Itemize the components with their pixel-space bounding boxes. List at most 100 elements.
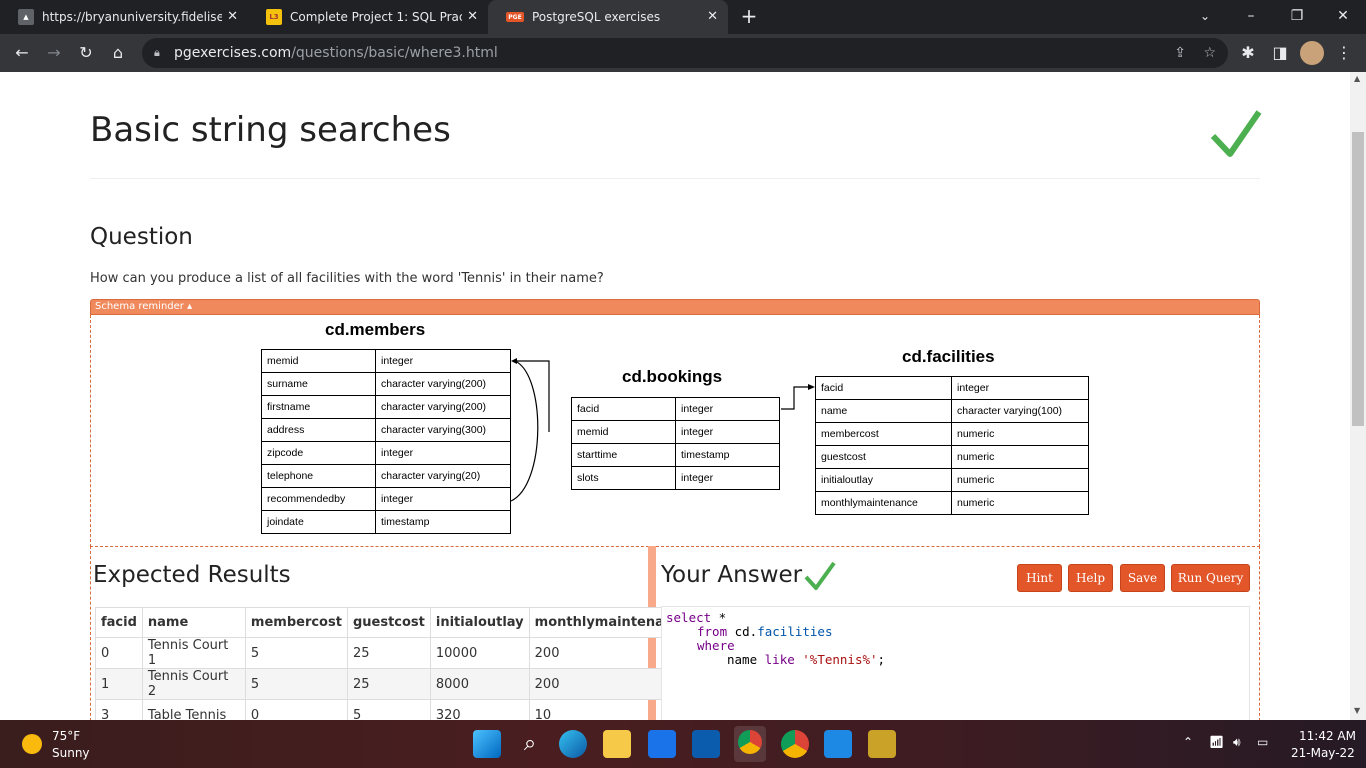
lock-icon: 🔒︎ bbox=[154, 46, 160, 59]
app-folder-icon[interactable] bbox=[868, 730, 896, 758]
tab-bryan-university[interactable]: ▲ https://bryanuniversity.fidelisedu ✕ bbox=[0, 0, 248, 34]
restore-icon[interactable]: ❐ bbox=[1274, 0, 1320, 34]
side-panel-icon[interactable]: ◨ bbox=[1268, 41, 1292, 65]
weather-sun-icon[interactable] bbox=[22, 734, 42, 754]
weather-temp[interactable]: 75°F bbox=[52, 729, 80, 743]
sql-string: '%Tennis%' bbox=[802, 652, 878, 667]
hint-button[interactable]: Hint bbox=[1017, 564, 1062, 592]
tab-sql-practice[interactable]: L3 Complete Project 1: SQL Practice ✕ bbox=[248, 0, 488, 34]
code-line: select * bbox=[666, 611, 1245, 625]
close-tab-icon[interactable]: ✕ bbox=[467, 9, 478, 24]
profile-avatar[interactable] bbox=[1300, 41, 1324, 65]
sql-token: name bbox=[727, 652, 765, 667]
sql-keyword: like bbox=[764, 652, 795, 667]
scroll-down-icon[interactable]: ▼ bbox=[1354, 706, 1360, 715]
windows-taskbar: 75°F Sunny ⌕ ⌃ 📶︎ 🔊︎ ▭ 11:42 AM 21-May-2… bbox=[0, 720, 1366, 768]
menu-kebab-icon[interactable]: ⋮ bbox=[1332, 41, 1356, 65]
table-row: 1 Tennis Court 2 5 25 8000 200 bbox=[95, 668, 696, 700]
sql-identifier: facilities bbox=[757, 624, 833, 639]
schema-reminder-toggle[interactable]: Schema reminder ▴ bbox=[90, 299, 1260, 315]
table-cell: Tennis Court 2 bbox=[141, 668, 246, 700]
reload-icon[interactable]: ↻ bbox=[74, 41, 98, 65]
tab-title: Complete Project 1: SQL Practice bbox=[290, 10, 462, 24]
mail-icon[interactable] bbox=[648, 730, 676, 758]
table-cell: 0 bbox=[95, 637, 143, 669]
bookmark-star-icon[interactable]: ☆ bbox=[1203, 38, 1216, 68]
back-icon[interactable]: ← bbox=[10, 41, 34, 65]
store-icon[interactable] bbox=[692, 730, 720, 758]
url-path: /questions/basic/where3.html bbox=[291, 45, 498, 61]
table-cell: 0 bbox=[244, 699, 348, 720]
code-line: where bbox=[666, 639, 1245, 653]
address-bar[interactable]: 🔒︎ pgexercises.com/questions/basic/where… bbox=[142, 38, 1228, 68]
clock-time[interactable]: 11:42 AM bbox=[1299, 729, 1356, 743]
help-button[interactable]: Help bbox=[1068, 564, 1113, 592]
close-tab-icon[interactable]: ✕ bbox=[707, 9, 718, 24]
table-cell: Table Tennis bbox=[141, 699, 246, 720]
forward-icon[interactable]: → bbox=[42, 41, 66, 65]
file-explorer-icon[interactable] bbox=[603, 730, 631, 758]
scrollbar-thumb[interactable] bbox=[1352, 132, 1364, 426]
search-icon[interactable]: ⌕ bbox=[516, 730, 544, 758]
table-cell: 3 bbox=[95, 699, 143, 720]
close-window-icon[interactable]: ✕ bbox=[1320, 0, 1366, 34]
wifi-icon[interactable]: 📶︎ bbox=[1209, 735, 1224, 749]
column-header: membercost bbox=[244, 607, 348, 638]
home-icon[interactable]: ⌂ bbox=[106, 41, 130, 65]
chrome-icon bbox=[738, 730, 762, 754]
table-row: 3 Table Tennis 0 5 320 10 bbox=[95, 699, 696, 720]
column-header: guestcost bbox=[346, 607, 431, 638]
table-cell: 10000 bbox=[429, 637, 530, 669]
table-cell: 1 bbox=[95, 668, 143, 700]
extensions-icon[interactable]: ✱ bbox=[1236, 41, 1260, 65]
start-windows-icon[interactable] bbox=[473, 730, 501, 758]
share-icon[interactable]: ⇪ bbox=[1174, 38, 1186, 68]
table-cell: 25 bbox=[346, 668, 431, 700]
url-host: pgexercises.com bbox=[174, 45, 292, 61]
code-line: from cd.facilities bbox=[666, 625, 1245, 639]
column-header: name bbox=[141, 607, 246, 638]
table-cell: 5 bbox=[346, 699, 431, 720]
column-header: initialoutlay bbox=[429, 607, 530, 638]
tab-title: PostgreSQL exercises bbox=[532, 10, 661, 24]
page-title: Basic string searches bbox=[90, 110, 451, 150]
pge-favicon-icon: PGE bbox=[506, 12, 524, 22]
table-cell: 25 bbox=[346, 637, 431, 669]
title-divider bbox=[90, 178, 1260, 179]
page-scrollbar[interactable]: ▲ ▼ bbox=[1350, 72, 1366, 720]
browser-tab-bar: ▲ https://bryanuniversity.fidelisedu ✕ L… bbox=[0, 0, 1366, 34]
sql-editor[interactable]: select * from cd.facilities where name l… bbox=[661, 606, 1250, 720]
table-row: 0 Tennis Court 1 5 25 10000 200 bbox=[95, 637, 696, 669]
sql-token: ; bbox=[877, 652, 886, 667]
close-tab-icon[interactable]: ✕ bbox=[227, 9, 238, 24]
edge-browser-icon[interactable] bbox=[559, 730, 587, 758]
chrome-icon[interactable] bbox=[781, 730, 809, 758]
completed-check-icon bbox=[1210, 110, 1262, 157]
question-text: How can you produce a list of all facili… bbox=[90, 271, 604, 286]
save-button[interactable]: Save bbox=[1120, 564, 1165, 592]
show-hidden-icons-icon[interactable]: ⌃ bbox=[1183, 735, 1193, 749]
code-line: name like '%Tennis%'; bbox=[666, 653, 1245, 667]
volume-icon[interactable]: 🔊︎ bbox=[1233, 735, 1241, 750]
tab-postgresql-exercises[interactable]: PGE PostgreSQL exercises ✕ bbox=[488, 0, 728, 34]
table-cell: 5 bbox=[244, 668, 348, 700]
relationship-arrows bbox=[510, 358, 815, 502]
new-tab-icon[interactable]: + bbox=[726, 0, 772, 34]
bryan-favicon-icon: ▲ bbox=[18, 9, 34, 25]
expected-results-table: facid name membercost guestcost initialo… bbox=[95, 607, 696, 720]
browser-toolbar: ← → ↻ ⌂ 🔒︎ pgexercises.com/questions/bas… bbox=[0, 34, 1366, 72]
scroll-up-icon[interactable]: ▲ bbox=[1354, 74, 1360, 83]
sql-keyword: where bbox=[697, 638, 735, 653]
vscode-icon[interactable] bbox=[824, 730, 852, 758]
run-query-button[interactable]: Run Query bbox=[1171, 564, 1250, 592]
expected-results-heading: Expected Results bbox=[93, 562, 291, 588]
sql-token: * bbox=[711, 610, 727, 625]
minimize-icon[interactable]: – bbox=[1228, 0, 1274, 34]
tab-title: https://bryanuniversity.fidelisedu bbox=[42, 10, 222, 24]
tab-search-icon[interactable]: ⌄ bbox=[1182, 0, 1228, 34]
clock-date[interactable]: 21-May-22 bbox=[1291, 746, 1355, 760]
sql-keyword: select bbox=[666, 610, 712, 625]
battery-icon[interactable]: ▭ bbox=[1257, 735, 1268, 749]
weather-desc[interactable]: Sunny bbox=[52, 746, 90, 760]
chrome-profile-active-icon[interactable] bbox=[734, 726, 766, 762]
